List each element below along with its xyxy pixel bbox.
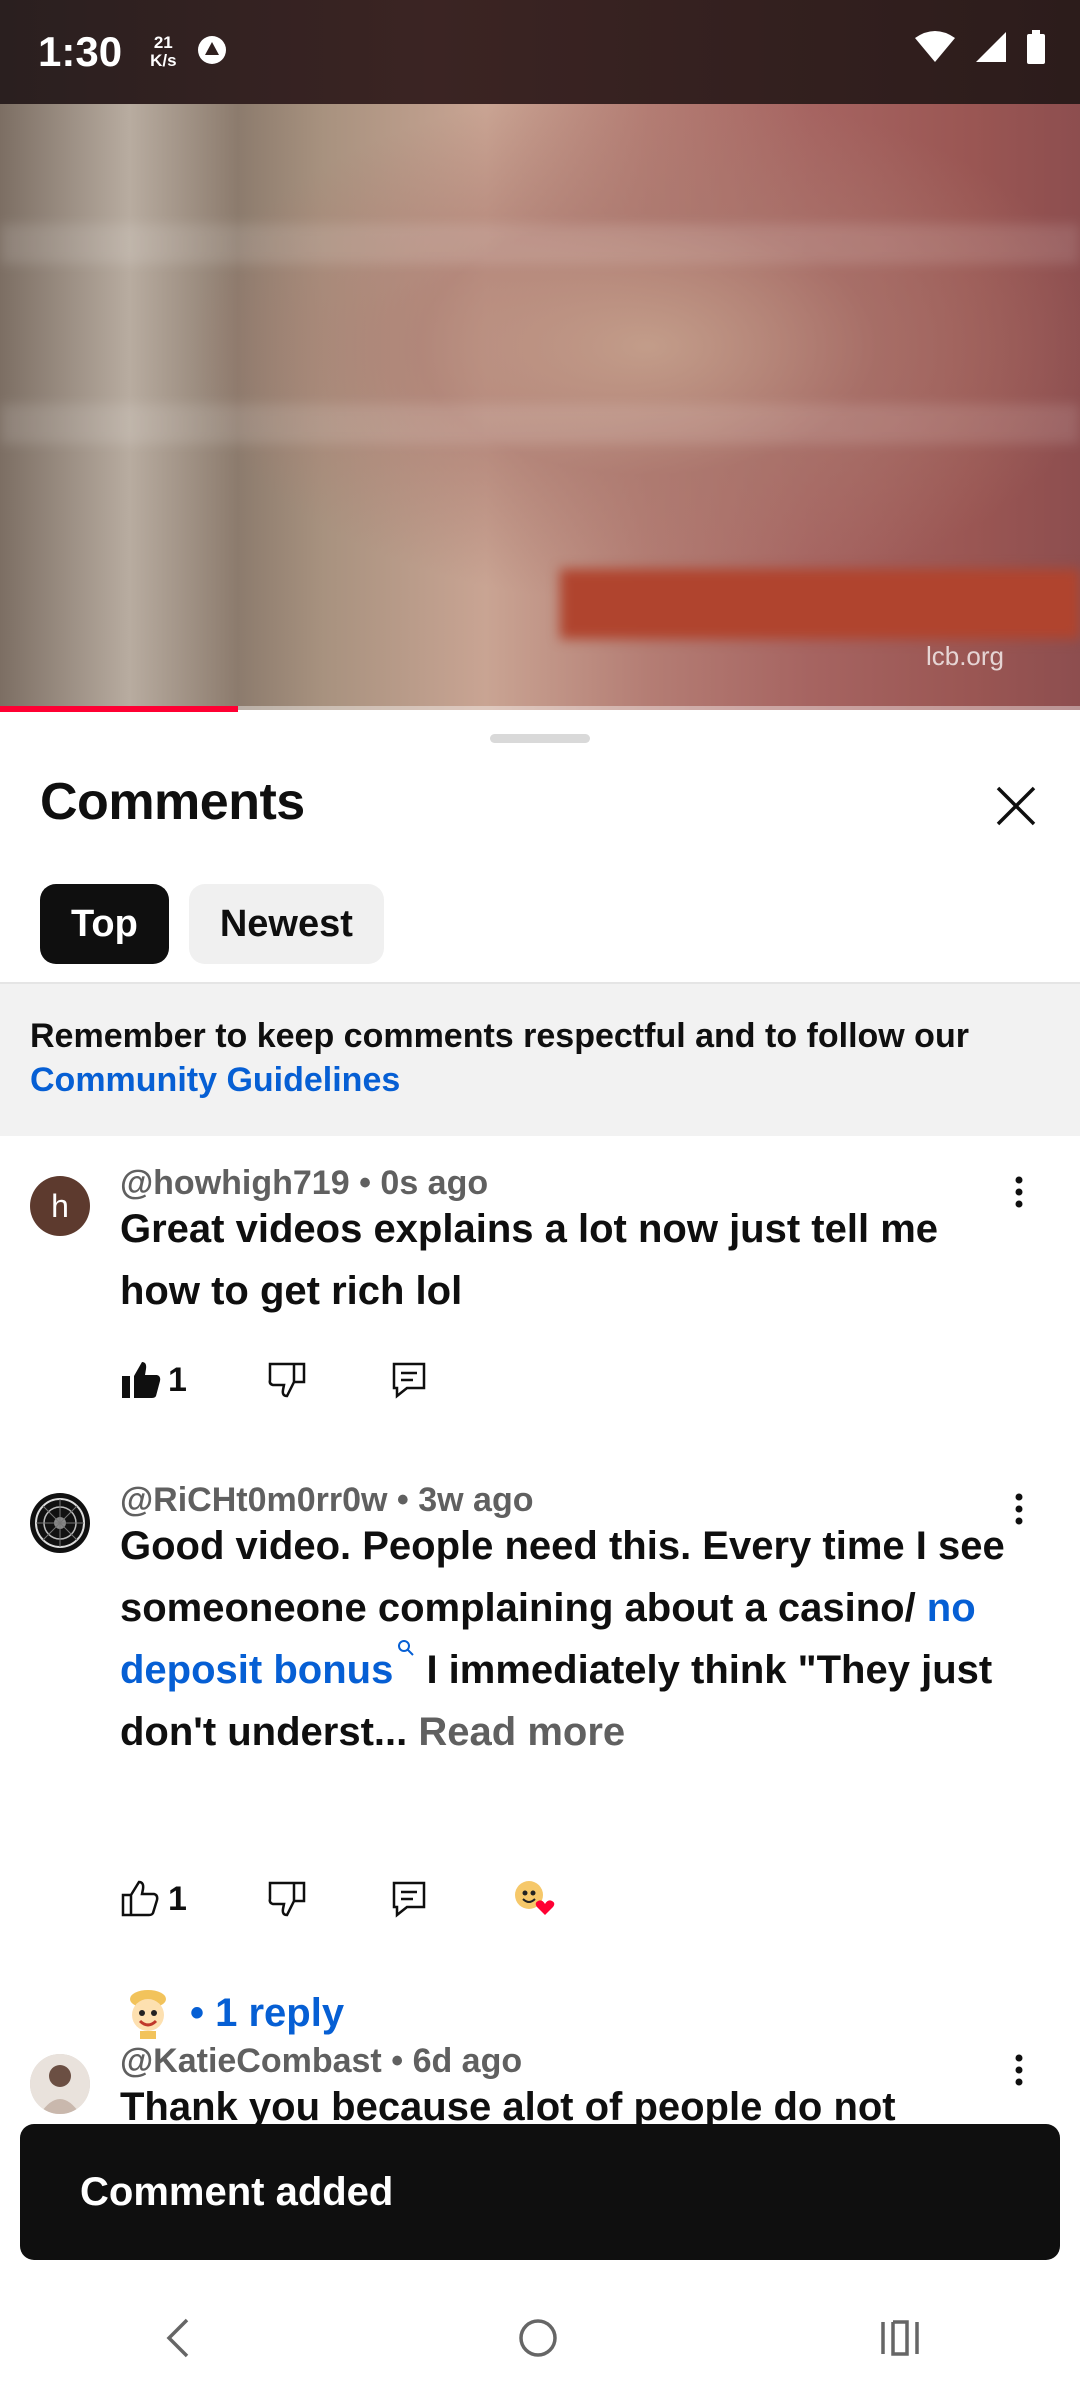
thumbs-down-icon [268, 1881, 306, 1917]
thumbs-up-filled-icon [122, 1362, 161, 1398]
back-button[interactable] [159, 2316, 199, 2365]
search-icon [398, 1640, 415, 1656]
comment-actions: 1 [120, 1877, 559, 1921]
drag-handle[interactable] [490, 734, 590, 743]
blurred-shape [560, 569, 1080, 639]
wifi-icon [914, 30, 956, 69]
thumbs-down-icon [268, 1362, 306, 1398]
community-guidelines-link[interactable]: Community Guidelines [30, 1061, 400, 1099]
avatar-letter: h [51, 1187, 69, 1224]
toast-text: Comment added [80, 2169, 394, 2214]
video-player[interactable]: lcb.org [0, 104, 1080, 710]
toast-message: Comment added [20, 2124, 1060, 2260]
home-button[interactable] [516, 2316, 560, 2365]
avatar[interactable]: h [30, 1176, 90, 1236]
comments-title: Comments [40, 773, 305, 831]
zodiac-avatar-icon [35, 1498, 85, 1548]
recents-button[interactable] [877, 2316, 921, 2365]
replies-count[interactable]: • 1 reply [190, 1991, 344, 2036]
like-count: 1 [168, 1879, 187, 1918]
read-more-link[interactable]: Read more [418, 1710, 625, 1754]
video-watermark: lcb.org [925, 641, 1004, 671]
recents-icon [881, 2319, 920, 2356]
comment-time: 6d ago [412, 2042, 523, 2080]
avatar[interactable] [30, 2054, 90, 2114]
back-icon [166, 2318, 188, 2357]
like-count: 1 [168, 1360, 187, 1399]
creator-avatar-icon [122, 1987, 174, 2039]
comment-item: h @howhigh719 • 0s ago Great videos expl… [0, 1164, 1080, 1464]
comment-time: 3w ago [418, 1481, 534, 1519]
replies-count-label: 1 reply [215, 1990, 345, 2035]
tab-top[interactable]: Top [40, 884, 169, 964]
reply-icon [392, 1881, 426, 1918]
comment-author[interactable]: @RiCHt0m0rr0w [120, 1481, 387, 1519]
creator-heart-badge [511, 1877, 559, 1921]
comment-author[interactable]: @KatieCombast [120, 2042, 382, 2080]
status-time: 1:30 [38, 28, 123, 75]
reply-button[interactable] [391, 1360, 427, 1400]
status-bar: 1:30 21 K/s [0, 0, 1080, 104]
network-speed-unit: K/s [150, 51, 177, 70]
reply-icon [392, 1362, 426, 1399]
comment-text: Good video. People need this. Every time… [120, 1515, 1020, 1763]
close-icon [996, 786, 1036, 826]
vpn-icon [195, 33, 229, 72]
battery-icon [1026, 30, 1046, 69]
thumbs-up-icon [121, 1880, 159, 1917]
dislike-button[interactable] [267, 1360, 307, 1400]
network-speed-value: 21 [153, 33, 173, 52]
system-navigation-bar [0, 2280, 1080, 2400]
comment-author[interactable]: @howhigh719 [120, 1164, 350, 1202]
avatar[interactable] [30, 1493, 90, 1553]
home-icon [519, 2318, 557, 2357]
user-photo-icon [30, 2054, 90, 2114]
like-button[interactable]: 1 [120, 1879, 187, 1919]
comment-item: @RiCHt0m0rr0w • 3w ago Good video. Peopl… [0, 1481, 1080, 2041]
replies-toggle[interactable]: • 1 reply [120, 1985, 344, 2041]
network-speed: 21 K/s [150, 34, 176, 70]
comments-sheet: Comments Top Newest Remember to keep com… [0, 712, 1080, 2280]
comment-actions: 1 [120, 1360, 427, 1400]
cell-signal-icon [974, 30, 1008, 69]
like-button[interactable]: 1 [120, 1360, 187, 1400]
tab-newest[interactable]: Newest [188, 884, 384, 964]
sort-tabs: Top Newest [40, 884, 384, 964]
comment-text-part: Good video. People need this. Every time… [120, 1524, 1005, 1630]
dislike-button[interactable] [267, 1879, 307, 1919]
creator-heart-icon [514, 1881, 555, 1915]
comment-text: Great videos explains a lot now just tel… [120, 1207, 939, 1313]
comment-time: 0s ago [380, 1164, 489, 1202]
notice-text: Remember to keep comments respectful and… [30, 1017, 969, 1055]
guidelines-notice: Remember to keep comments respectful and… [0, 984, 1080, 1136]
close-button[interactable] [988, 778, 1044, 834]
reply-button[interactable] [391, 1879, 427, 1919]
